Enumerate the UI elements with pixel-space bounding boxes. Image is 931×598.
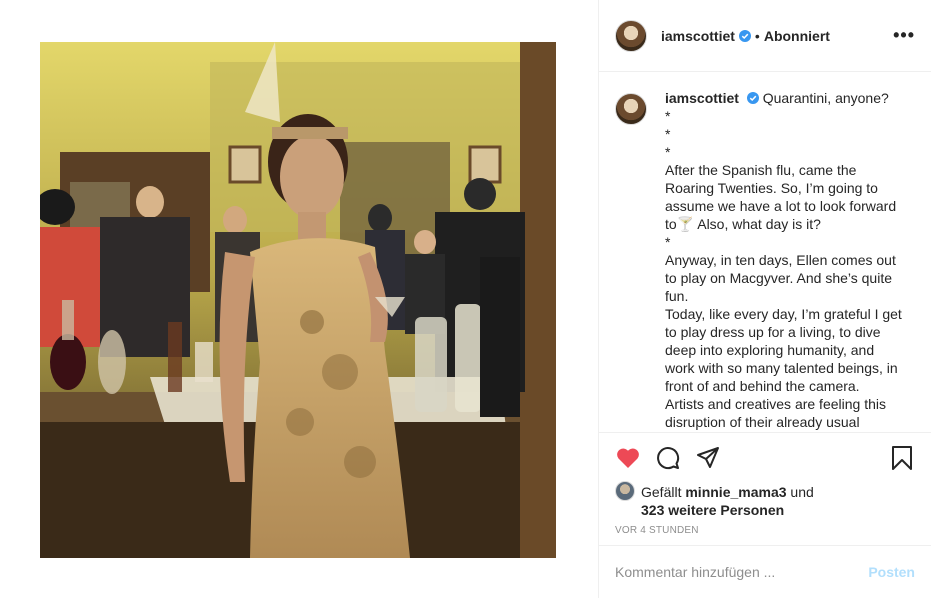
bookmark-icon[interactable] [889, 445, 915, 471]
caption-line: * [665, 234, 671, 250]
likes-text: Gefällt minnie_mama3 und 323 weitere Per… [641, 483, 814, 519]
add-comment-bar: Kommentar hinzufügen ... Posten [599, 545, 931, 598]
caption-line: to play dress up for a living, to dive [665, 324, 881, 340]
caption-line: After the Spanish flu, came the [665, 162, 857, 178]
caption-line: Quarantini, anyone? [762, 90, 889, 106]
caption-line: * [665, 144, 671, 160]
heart-filled-icon[interactable] [615, 445, 641, 471]
post-timestamp[interactable]: VOR 4 STUNDEN [615, 525, 915, 536]
media-area [0, 0, 598, 598]
author-username[interactable]: iamscottiet [661, 28, 735, 44]
post-details-panel: iamscottiet • Abonniert ••• iamscottiet … [598, 0, 931, 598]
comments-section[interactable]: iamscottiet Quarantini, anyone? * * * Af… [599, 73, 931, 431]
caption-line: to🍸 Also, what day is it? [665, 216, 821, 232]
separator-dot: • [754, 27, 760, 44]
post-comment-button[interactable]: Posten [868, 564, 915, 580]
likes-prefix: Gefällt [641, 484, 682, 500]
caption-line: Roaring Twenties. So, I’m going to [665, 180, 878, 196]
share-icon[interactable] [695, 445, 721, 471]
caption-author-avatar[interactable] [615, 93, 647, 125]
caption-line: Today, like every day, I’m grateful I ge… [665, 306, 902, 322]
caption-username[interactable]: iamscottiet [665, 90, 739, 106]
comment-input[interactable]: Kommentar hinzufügen ... [615, 564, 868, 580]
caption-line: deep into exploring humanity, and [665, 342, 875, 358]
caption: iamscottiet Quarantini, anyone? * * * Af… [615, 89, 915, 431]
likes-summary: Gefällt minnie_mama3 und 323 weitere Per… [615, 481, 915, 519]
other-likers-link[interactable]: 323 weitere Personen [641, 502, 784, 518]
caption-line: assume we have a lot to look forward [665, 198, 897, 214]
caption-line: front of and behind the camera. [665, 378, 860, 394]
caption-line: work with so many talented beings, in [665, 360, 898, 376]
follow-status-button[interactable]: Abonniert [764, 28, 830, 44]
likes-connector: und [790, 484, 814, 500]
liker-avatar[interactable] [615, 481, 635, 501]
photo-illustration [40, 42, 556, 558]
caption-line: * [665, 108, 671, 124]
caption-line: to play on Macgyver. And she’s quite [665, 270, 892, 286]
verified-badge-icon [738, 29, 751, 42]
post-actions: Gefällt minnie_mama3 und 323 weitere Per… [599, 432, 931, 536]
post-photo[interactable] [40, 42, 556, 558]
caption-body: iamscottiet Quarantini, anyone? * * * Af… [665, 89, 905, 431]
comment-icon[interactable] [655, 445, 681, 471]
first-liker-link[interactable]: minnie_mama3 [685, 484, 786, 500]
caption-line: fun. [665, 288, 689, 304]
author-avatar[interactable] [615, 19, 647, 52]
more-options-icon[interactable]: ••• [893, 25, 915, 46]
action-bar [615, 433, 915, 483]
post-header: iamscottiet • Abonniert ••• [599, 0, 931, 72]
caption-line: disruption of their already usual [665, 414, 860, 430]
caption-line: * [665, 126, 671, 142]
caption-line: Anyway, in ten days, Ellen comes out [665, 252, 896, 268]
caption-line: Artists and creatives are feeling this [665, 396, 886, 412]
caption-verified-badge-icon [746, 92, 759, 104]
